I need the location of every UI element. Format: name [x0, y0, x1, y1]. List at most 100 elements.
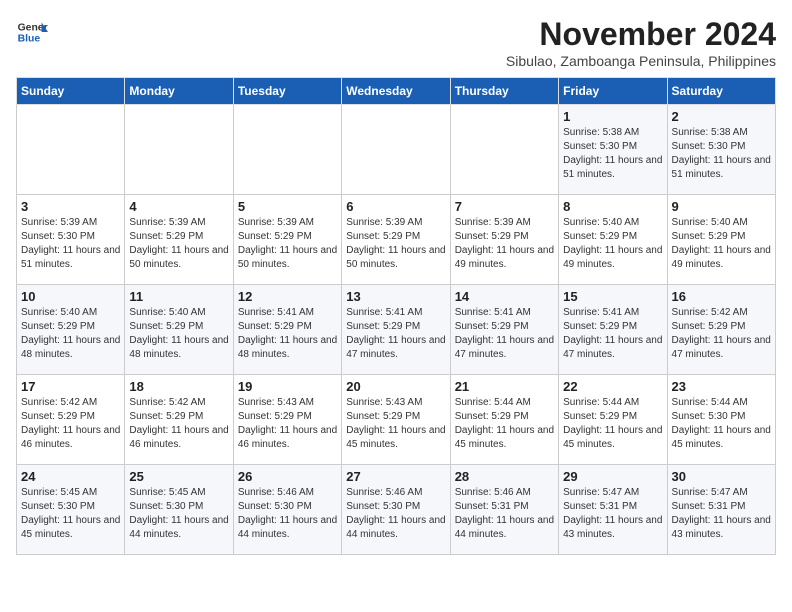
- calendar-cell: 15 Sunrise: 5:41 AM Sunset: 5:29 PM Dayli…: [559, 285, 667, 375]
- day-number: 27: [346, 469, 445, 484]
- svg-text:Blue: Blue: [18, 34, 41, 45]
- day-info: Sunrise: 5:47 AM Sunset: 5:31 PM Dayligh…: [563, 486, 662, 542]
- calendar-cell: 18 Sunrise: 5:42 AM Sunset: 5:29 PM Dayli…: [125, 375, 233, 465]
- calendar-cell: 10 Sunrise: 5:40 AM Sunset: 5:29 PM Dayli…: [17, 285, 125, 375]
- calendar-cell: 14 Sunrise: 5:41 AM Sunset: 5:29 PM Dayli…: [450, 285, 558, 375]
- calendar-cell: 6 Sunrise: 5:39 AM Sunset: 5:29 PM Daylig…: [342, 195, 450, 285]
- logo: General Blue: [16, 16, 48, 48]
- day-info: Sunrise: 5:38 AM Sunset: 5:30 PM Dayligh…: [672, 126, 771, 182]
- day-number: 6: [346, 199, 445, 214]
- calendar-cell: 12 Sunrise: 5:41 AM Sunset: 5:29 PM Dayli…: [233, 285, 341, 375]
- calendar-week-4: 17Sunrise: 5:42 AM Sunset: 5:29 PM Dayli…: [17, 375, 776, 465]
- calendar-cell: 9 Sunrise: 5:40 AM Sunset: 5:29 PM Daylig…: [667, 195, 775, 285]
- day-info: Sunrise: 5:41 AM Sunset: 5:29 PM Dayligh…: [238, 306, 337, 362]
- day-number: 25: [129, 469, 228, 484]
- day-info: Sunrise: 5:39 AM Sunset: 5:29 PM Dayligh…: [238, 216, 337, 272]
- title-area: November 2024 Sibulao, Zamboanga Peninsu…: [506, 16, 776, 69]
- header-day-monday: Monday: [125, 78, 233, 105]
- day-info: Sunrise: 5:40 AM Sunset: 5:29 PM Dayligh…: [563, 216, 662, 272]
- calendar-cell: 8 Sunrise: 5:40 AM Sunset: 5:29 PM Daylig…: [559, 195, 667, 285]
- day-number: 4: [129, 199, 228, 214]
- calendar-header-row: SundayMondayTuesdayWednesdayThursdayFrid…: [17, 78, 776, 105]
- day-info: Sunrise: 5:39 AM Sunset: 5:29 PM Dayligh…: [129, 216, 228, 272]
- day-info: Sunrise: 5:44 AM Sunset: 5:29 PM Dayligh…: [455, 396, 554, 452]
- calendar-cell: [125, 105, 233, 195]
- calendar-cell: 20 Sunrise: 5:43 AM Sunset: 5:29 PM Dayli…: [342, 375, 450, 465]
- day-info: Sunrise: 5:45 AM Sunset: 5:30 PM Dayligh…: [129, 486, 228, 542]
- location-subtitle: Sibulao, Zamboanga Peninsula, Philippine…: [506, 53, 776, 69]
- day-info: Sunrise: 5:41 AM Sunset: 5:29 PM Dayligh…: [455, 306, 554, 362]
- calendar-cell: 19 Sunrise: 5:43 AM Sunset: 5:29 PM Dayli…: [233, 375, 341, 465]
- day-info: Sunrise: 5:45 AM Sunset: 5:30 PM Dayligh…: [21, 486, 120, 542]
- calendar-week-3: 10 Sunrise: 5:40 AM Sunset: 5:29 PM Dayli…: [17, 285, 776, 375]
- day-number: 20: [346, 379, 445, 394]
- day-info: Sunrise: 5:44 AM Sunset: 5:30 PM Dayligh…: [672, 396, 771, 452]
- calendar-cell: [17, 105, 125, 195]
- header-day-wednesday: Wednesday: [342, 78, 450, 105]
- day-info: Sunrise: 5:44 AM Sunset: 5:29 PM Dayligh…: [563, 396, 662, 452]
- day-number: 3: [21, 199, 120, 214]
- day-number: 26: [238, 469, 337, 484]
- day-info: Sunrise: 5:46 AM Sunset: 5:30 PM Dayligh…: [346, 486, 445, 542]
- calendar-cell: 2 Sunrise: 5:38 AM Sunset: 5:30 PM Daylig…: [667, 105, 775, 195]
- day-number: 28: [455, 469, 554, 484]
- day-number: 5: [238, 199, 337, 214]
- day-number: 9: [672, 199, 771, 214]
- calendar-cell: 17Sunrise: 5:42 AM Sunset: 5:29 PM Dayli…: [17, 375, 125, 465]
- header-day-tuesday: Tuesday: [233, 78, 341, 105]
- header-day-saturday: Saturday: [667, 78, 775, 105]
- calendar-cell: 1 Sunrise: 5:38 AM Sunset: 5:30 PM Daylig…: [559, 105, 667, 195]
- day-number: 1: [563, 109, 662, 124]
- calendar-cell: 24 Sunrise: 5:45 AM Sunset: 5:30 PM Dayli…: [17, 465, 125, 555]
- calendar-cell: 25 Sunrise: 5:45 AM Sunset: 5:30 PM Dayli…: [125, 465, 233, 555]
- day-info: Sunrise: 5:43 AM Sunset: 5:29 PM Dayligh…: [238, 396, 337, 452]
- day-number: 24: [21, 469, 120, 484]
- calendar-cell: 30Sunrise: 5:47 AM Sunset: 5:31 PM Dayli…: [667, 465, 775, 555]
- day-info: Sunrise: 5:41 AM Sunset: 5:29 PM Dayligh…: [563, 306, 662, 362]
- day-number: 15: [563, 289, 662, 304]
- day-number: 7: [455, 199, 554, 214]
- calendar-cell: 23 Sunrise: 5:44 AM Sunset: 5:30 PM Dayli…: [667, 375, 775, 465]
- header-day-friday: Friday: [559, 78, 667, 105]
- day-info: Sunrise: 5:46 AM Sunset: 5:31 PM Dayligh…: [455, 486, 554, 542]
- day-number: 8: [563, 199, 662, 214]
- day-number: 12: [238, 289, 337, 304]
- calendar-week-5: 24 Sunrise: 5:45 AM Sunset: 5:30 PM Dayli…: [17, 465, 776, 555]
- month-title: November 2024: [506, 16, 776, 53]
- calendar-cell: 29 Sunrise: 5:47 AM Sunset: 5:31 PM Dayli…: [559, 465, 667, 555]
- day-info: Sunrise: 5:43 AM Sunset: 5:29 PM Dayligh…: [346, 396, 445, 452]
- calendar-cell: 11Sunrise: 5:40 AM Sunset: 5:29 PM Dayli…: [125, 285, 233, 375]
- day-info: Sunrise: 5:41 AM Sunset: 5:29 PM Dayligh…: [346, 306, 445, 362]
- day-info: Sunrise: 5:42 AM Sunset: 5:29 PM Dayligh…: [129, 396, 228, 452]
- day-info: Sunrise: 5:42 AM Sunset: 5:29 PM Dayligh…: [672, 306, 771, 362]
- day-number: 2: [672, 109, 771, 124]
- day-info: Sunrise: 5:39 AM Sunset: 5:29 PM Dayligh…: [346, 216, 445, 272]
- day-number: 21: [455, 379, 554, 394]
- day-info: Sunrise: 5:40 AM Sunset: 5:29 PM Dayligh…: [672, 216, 771, 272]
- day-info: Sunrise: 5:40 AM Sunset: 5:29 PM Dayligh…: [21, 306, 120, 362]
- calendar-cell: 27 Sunrise: 5:46 AM Sunset: 5:30 PM Dayli…: [342, 465, 450, 555]
- calendar-cell: 13 Sunrise: 5:41 AM Sunset: 5:29 PM Dayli…: [342, 285, 450, 375]
- day-number: 13: [346, 289, 445, 304]
- calendar-cell: 22 Sunrise: 5:44 AM Sunset: 5:29 PM Dayli…: [559, 375, 667, 465]
- day-number: 10: [21, 289, 120, 304]
- calendar-cell: [342, 105, 450, 195]
- day-number: 14: [455, 289, 554, 304]
- calendar-cell: 7Sunrise: 5:39 AM Sunset: 5:29 PM Daylig…: [450, 195, 558, 285]
- day-info: Sunrise: 5:40 AM Sunset: 5:29 PM Dayligh…: [129, 306, 228, 362]
- day-number: 29: [563, 469, 662, 484]
- calendar-week-2: 3Sunrise: 5:39 AM Sunset: 5:30 PM Daylig…: [17, 195, 776, 285]
- calendar-cell: [233, 105, 341, 195]
- day-info: Sunrise: 5:38 AM Sunset: 5:30 PM Dayligh…: [563, 126, 662, 182]
- calendar-cell: 4 Sunrise: 5:39 AM Sunset: 5:29 PM Daylig…: [125, 195, 233, 285]
- day-number: 19: [238, 379, 337, 394]
- day-number: 23: [672, 379, 771, 394]
- calendar-cell: 21 Sunrise: 5:44 AM Sunset: 5:29 PM Dayli…: [450, 375, 558, 465]
- day-info: Sunrise: 5:42 AM Sunset: 5:29 PM Dayligh…: [21, 396, 120, 452]
- header-day-sunday: Sunday: [17, 78, 125, 105]
- header-day-thursday: Thursday: [450, 78, 558, 105]
- day-number: 22: [563, 379, 662, 394]
- calendar-cell: 16Sunrise: 5:42 AM Sunset: 5:29 PM Dayli…: [667, 285, 775, 375]
- day-number: 18: [129, 379, 228, 394]
- day-info: Sunrise: 5:47 AM Sunset: 5:31 PM Dayligh…: [672, 486, 771, 542]
